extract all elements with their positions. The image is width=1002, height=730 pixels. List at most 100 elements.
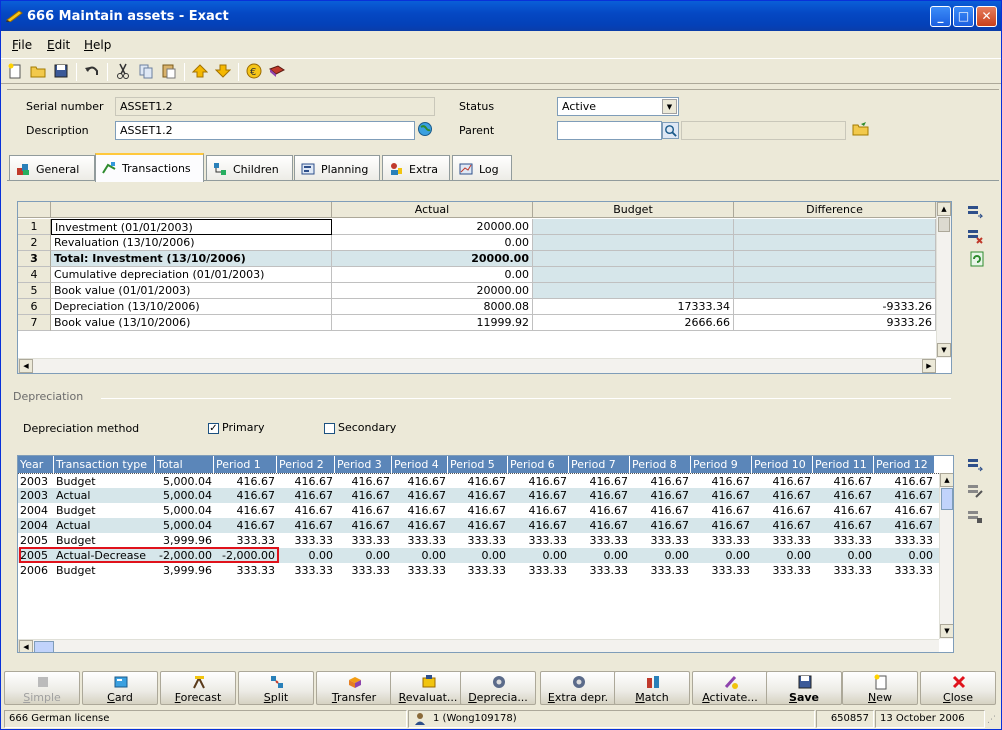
depreciation-row[interactable]: 2004 Budget 5,000.04 416.67 416.67 416.67 416.…	[18, 503, 939, 518]
cell[interactable]: 416.67	[569, 488, 630, 503]
cell[interactable]: 333.33	[214, 563, 277, 578]
cell[interactable]: 333.33	[508, 563, 569, 578]
cell-actual[interactable]: 20000.00	[332, 283, 533, 299]
cell[interactable]: 333.33	[813, 533, 874, 548]
cell[interactable]: 416.67	[874, 474, 935, 489]
cell-diff[interactable]	[734, 267, 936, 283]
cell[interactable]: 416.67	[874, 503, 935, 518]
close-button[interactable]: Close	[920, 671, 996, 705]
column-header[interactable]: Transaction type	[54, 456, 155, 473]
cell[interactable]: Budget	[54, 563, 155, 578]
cell[interactable]: 5,000.04	[155, 518, 214, 533]
cell[interactable]: 416.67	[691, 503, 752, 518]
column-header[interactable]: Period 2	[277, 456, 335, 473]
cell[interactable]: 333.33	[752, 563, 813, 578]
previous-up-icon[interactable]	[192, 63, 208, 79]
insert-row-icon[interactable]	[967, 457, 983, 473]
cell[interactable]: 0.00	[630, 548, 691, 563]
tab-transactions[interactable]: Transactions	[95, 153, 204, 182]
cell[interactable]: 416.67	[214, 503, 277, 518]
cell[interactable]: 333.33	[448, 563, 508, 578]
cell-diff[interactable]	[734, 219, 936, 235]
cell-diff[interactable]	[734, 283, 936, 299]
column-header[interactable]: Period 9	[691, 456, 752, 473]
cell[interactable]: 0.00	[813, 548, 874, 563]
parent-field[interactable]	[557, 121, 662, 140]
cell[interactable]: 333.33	[691, 563, 752, 578]
cell[interactable]: 416.67	[277, 503, 335, 518]
transactions-row[interactable]: 3 Total: Investment (13/10/2006) 20000.00	[18, 251, 936, 267]
cell[interactable]: 416.67	[335, 503, 392, 518]
cell-desc[interactable]: Depreciation (13/10/2006)	[51, 299, 332, 315]
transactions-row[interactable]: 4 Cumulative depreciation (01/01/2003) 0.0…	[18, 267, 936, 283]
cell-n[interactable]: 5	[18, 283, 51, 299]
cell[interactable]: 5,000.04	[155, 474, 214, 489]
cell[interactable]: 0.00	[508, 548, 569, 563]
cell[interactable]: 416.67	[630, 518, 691, 533]
cell-desc[interactable]: Book value (01/01/2003)	[51, 283, 332, 299]
cell-budget[interactable]: 17333.34	[533, 299, 734, 315]
cell[interactable]: 333.33	[335, 533, 392, 548]
cell-n[interactable]: 4	[18, 267, 51, 283]
scroll-up-icon[interactable]: ▲	[937, 202, 951, 216]
cell[interactable]: 333.33	[392, 563, 448, 578]
maximize-button[interactable]: □	[953, 6, 974, 27]
column-header[interactable]: Period 10	[752, 456, 813, 473]
match-button[interactable]: Match	[614, 671, 690, 705]
cell[interactable]: 2006	[18, 563, 54, 578]
cell[interactable]: 416.67	[277, 518, 335, 533]
cell-n[interactable]: 3	[18, 251, 51, 267]
new-document-icon[interactable]	[7, 63, 23, 79]
cell[interactable]: 416.67	[630, 488, 691, 503]
chevron-down-icon[interactable]: ▼	[662, 99, 677, 114]
cell[interactable]: 416.67	[214, 488, 277, 503]
cell[interactable]: 333.33	[277, 533, 335, 548]
cell[interactable]: 416.67	[813, 503, 874, 518]
cell[interactable]: 416.67	[508, 488, 569, 503]
split-button[interactable]: Split	[238, 671, 314, 705]
next-down-icon[interactable]	[215, 63, 231, 79]
scroll-up-icon[interactable]: ▲	[940, 473, 953, 487]
cell[interactable]: 0.00	[752, 548, 813, 563]
scroll-thumb[interactable]	[941, 488, 953, 510]
scroll-down-icon[interactable]: ▼	[940, 624, 953, 638]
cell-diff[interactable]	[734, 251, 936, 267]
tab-log[interactable]: Log	[452, 155, 512, 181]
cell[interactable]: 3,999.96	[155, 533, 214, 548]
cell[interactable]: 416.67	[448, 474, 508, 489]
depreciation-row[interactable]: 2004 Actual 5,000.04 416.67 416.67 416.67 416.…	[18, 518, 939, 533]
cell-budget[interactable]	[533, 267, 734, 283]
minimize-button[interactable]: _	[930, 6, 951, 27]
activate-button[interactable]: Activate...	[692, 671, 768, 705]
cell-diff[interactable]: -9333.26	[734, 299, 936, 315]
cell-desc[interactable]: Revaluation (13/10/2006)	[51, 235, 332, 251]
cell[interactable]: 416.67	[448, 488, 508, 503]
cell[interactable]: Actual	[54, 488, 155, 503]
cell[interactable]: 333.33	[569, 563, 630, 578]
undo-icon[interactable]	[84, 63, 100, 79]
transactions-row[interactable]: 6 Depreciation (13/10/2006) 8000.08 17333.3…	[18, 299, 936, 315]
cell[interactable]: 416.67	[691, 474, 752, 489]
cell[interactable]: 416.67	[277, 488, 335, 503]
card-button[interactable]: Card	[82, 671, 158, 705]
cell-actual[interactable]: 0.00	[332, 235, 533, 251]
new-button[interactable]: New	[842, 671, 918, 705]
column-header[interactable]: Period 6	[508, 456, 569, 473]
edit-rows-icon[interactable]	[967, 483, 983, 499]
cell[interactable]: 2003	[18, 474, 54, 489]
cell[interactable]: 0.00	[335, 548, 392, 563]
cut-icon[interactable]	[115, 63, 131, 79]
depreciation-vertical-scrollbar[interactable]: ▲ ▼	[939, 473, 953, 639]
tab-extra[interactable]: Extra	[382, 155, 450, 181]
close-window-button[interactable]: ✕	[976, 6, 997, 27]
cell[interactable]: 416.67	[335, 518, 392, 533]
cell[interactable]: 333.33	[874, 563, 935, 578]
transactions-horizontal-scrollbar[interactable]: ◀ ▶	[18, 358, 936, 373]
cell[interactable]: 416.67	[691, 518, 752, 533]
cell-budget[interactable]	[533, 235, 734, 251]
cell[interactable]: 333.33	[813, 563, 874, 578]
transactions-vertical-scrollbar[interactable]: ▲ ▼	[936, 202, 951, 358]
cell[interactable]: 333.33	[630, 563, 691, 578]
save-button[interactable]: Save	[766, 671, 842, 705]
book-help-icon[interactable]	[269, 63, 285, 79]
